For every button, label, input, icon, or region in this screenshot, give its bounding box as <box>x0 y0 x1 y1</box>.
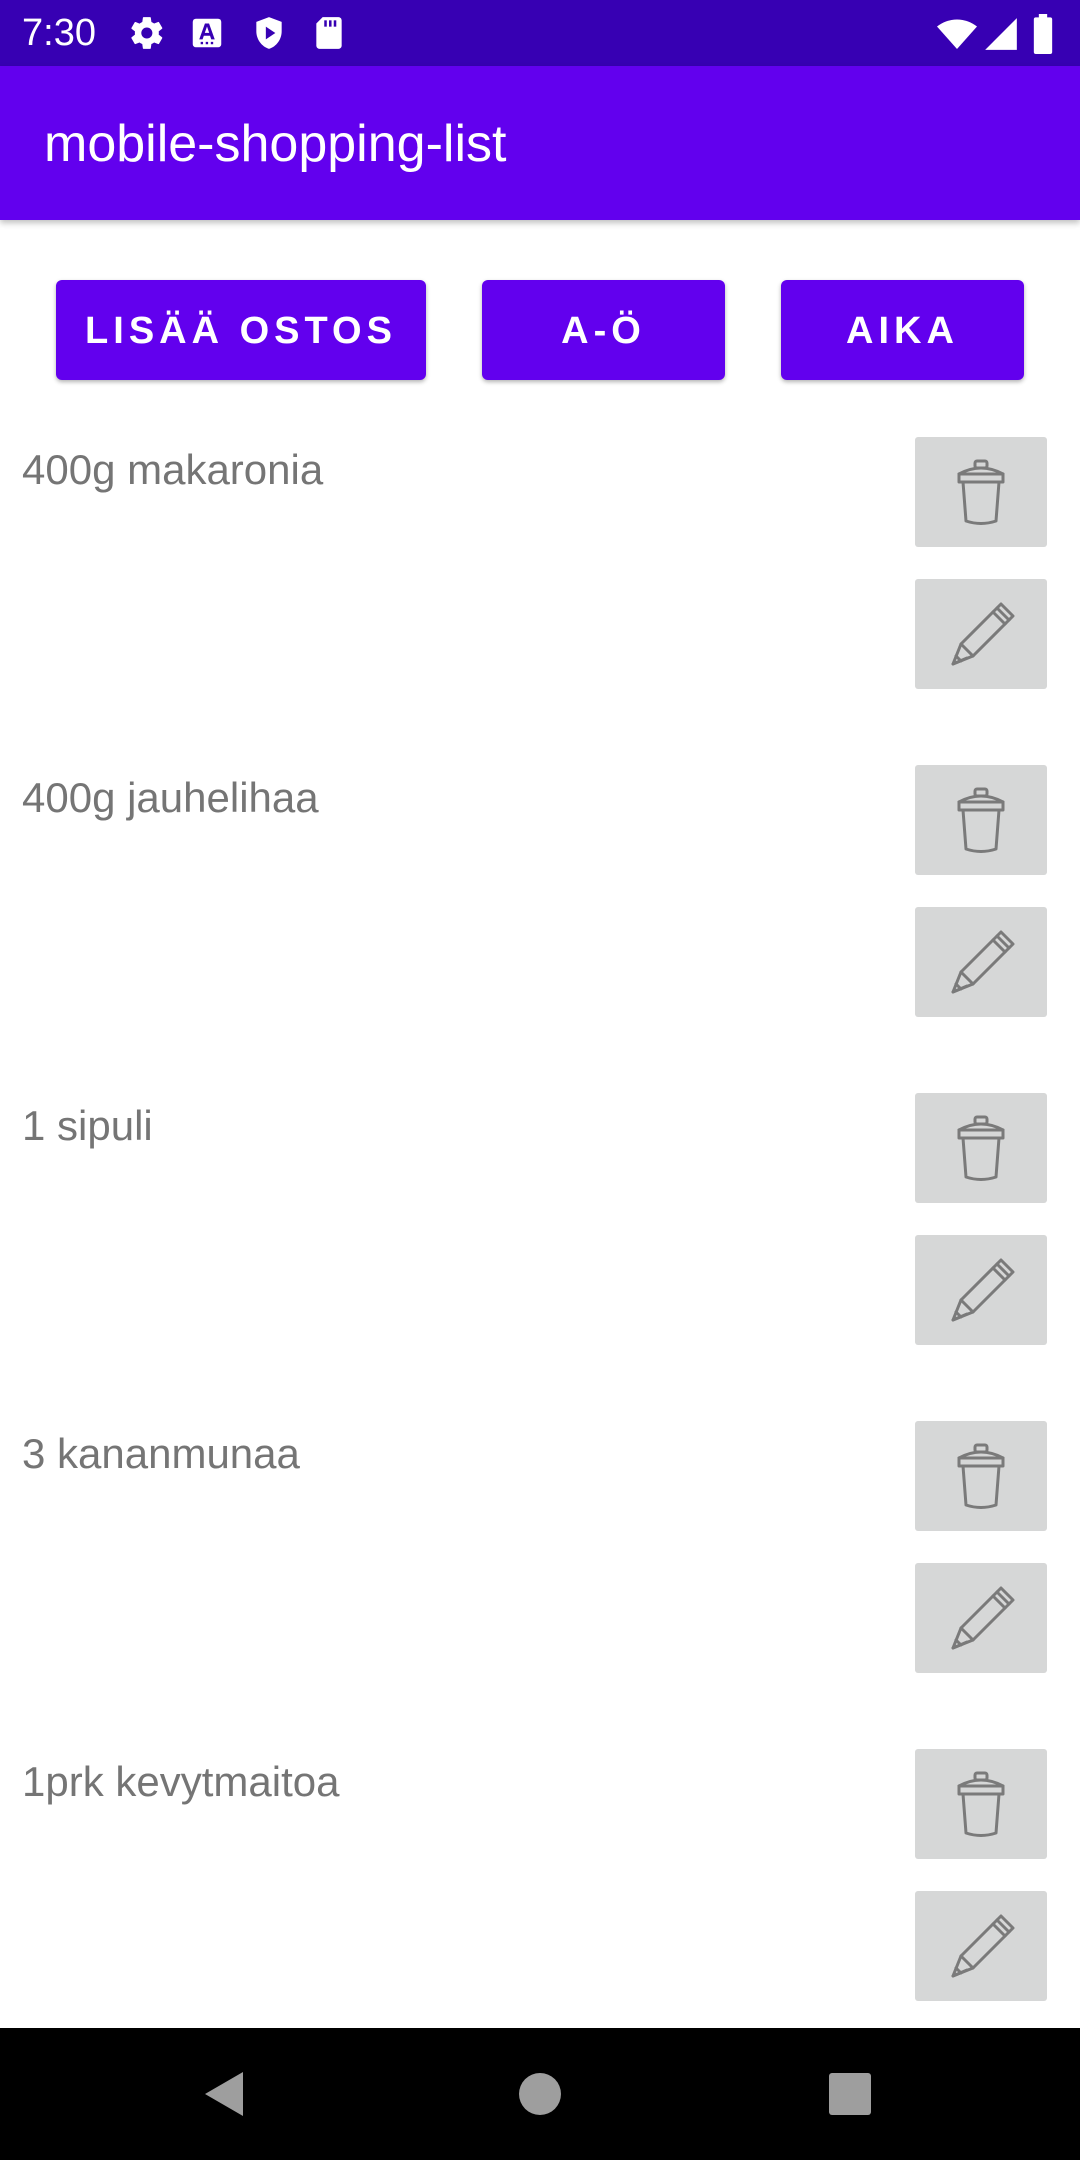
app-screen: 7:30 mobile-shopping-list LISÄÄ OSTOS A-… <box>0 0 1080 2160</box>
delete-button[interactable] <box>915 437 1047 547</box>
add-item-button[interactable]: LISÄÄ OSTOS <box>56 280 426 380</box>
shield-play-icon <box>250 14 288 52</box>
item-text: 400g makaronia <box>22 446 324 493</box>
app-bar: mobile-shopping-list <box>0 66 1080 220</box>
pencil-icon <box>951 1914 1015 1978</box>
navigation-bar <box>0 2028 1080 2160</box>
status-time: 7:30 <box>22 12 96 54</box>
list-item: 1 sipuli <box>0 1093 1080 1421</box>
battery-icon <box>1030 14 1056 54</box>
delete-button[interactable] <box>915 765 1047 875</box>
wifi-icon <box>935 14 979 54</box>
trash-icon <box>957 459 1005 525</box>
delete-button[interactable] <box>915 1093 1047 1203</box>
edit-button[interactable] <box>915 1235 1047 1345</box>
list-item: 400g jauhelihaa <box>0 765 1080 1093</box>
edit-button[interactable] <box>915 907 1047 1017</box>
pencil-icon <box>951 930 1015 994</box>
status-bar: 7:30 <box>0 0 1080 66</box>
item-text: 400g jauhelihaa <box>22 774 319 821</box>
trash-icon <box>957 1771 1005 1837</box>
sort-by-time-button[interactable]: AIKA <box>781 280 1024 380</box>
list-item: 3 kananmunaa <box>0 1421 1080 1749</box>
pencil-icon <box>951 602 1015 666</box>
recents-icon[interactable] <box>820 2064 880 2124</box>
list-item: 400g makaronia <box>0 437 1080 765</box>
item-text: 1 sipuli <box>22 1102 153 1149</box>
edit-button[interactable] <box>915 1563 1047 1673</box>
pencil-icon <box>951 1586 1015 1650</box>
edit-button[interactable] <box>915 579 1047 689</box>
trash-icon <box>957 1115 1005 1181</box>
font-a-icon <box>188 14 226 52</box>
home-icon[interactable] <box>510 2064 570 2124</box>
trash-icon <box>957 787 1005 853</box>
edit-button[interactable] <box>915 1891 1047 2001</box>
item-text: 1prk kevytmaitoa <box>22 1758 340 1805</box>
sort-alphabetical-button[interactable]: A-Ö <box>482 280 725 380</box>
delete-button[interactable] <box>915 1749 1047 1859</box>
delete-button[interactable] <box>915 1421 1047 1531</box>
gear-icon <box>128 14 166 52</box>
sd-card-icon <box>310 14 348 52</box>
signal-icon <box>982 14 1020 54</box>
trash-icon <box>957 1443 1005 1509</box>
app-title: mobile-shopping-list <box>44 115 507 173</box>
pencil-icon <box>951 1258 1015 1322</box>
item-text: 3 kananmunaa <box>22 1430 300 1477</box>
back-icon[interactable] <box>195 2064 255 2124</box>
